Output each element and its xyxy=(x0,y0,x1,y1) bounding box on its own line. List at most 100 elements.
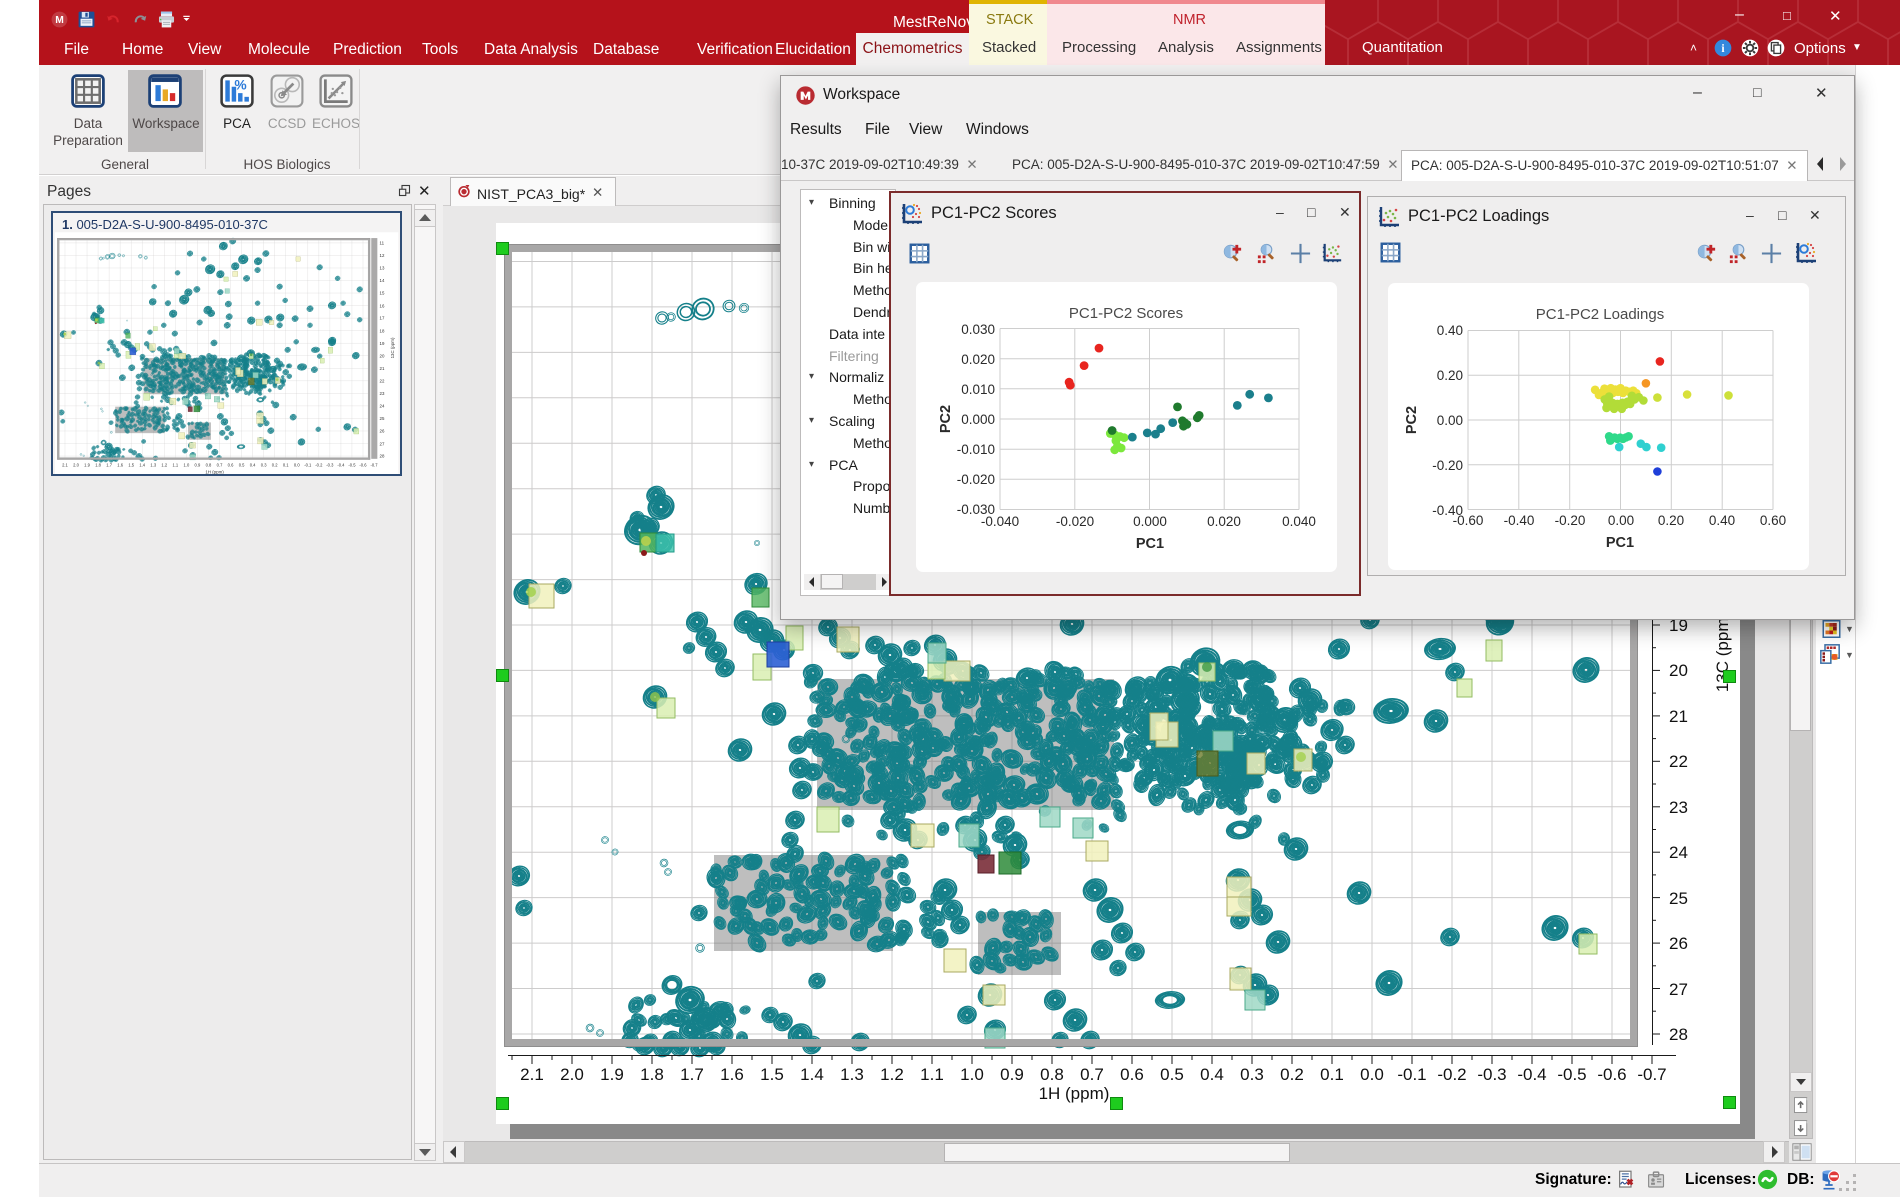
svg-text:-0.4: -0.4 xyxy=(1517,1065,1546,1084)
svg-text:22: 22 xyxy=(380,378,385,383)
svg-text:1.2: 1.2 xyxy=(161,463,167,468)
svg-text:-0.40: -0.40 xyxy=(1504,513,1535,528)
svg-text:0.8: 0.8 xyxy=(206,463,212,468)
svg-text:26: 26 xyxy=(1669,934,1688,953)
svg-text:-0.020: -0.020 xyxy=(957,472,995,487)
svg-text:1.1: 1.1 xyxy=(172,463,178,468)
svg-text:0.20: 0.20 xyxy=(1437,368,1463,383)
svg-text:-0.20: -0.20 xyxy=(1555,513,1586,528)
svg-text:26: 26 xyxy=(380,429,385,434)
svg-text:-0.5: -0.5 xyxy=(348,463,356,468)
svg-text:23: 23 xyxy=(1669,798,1688,817)
svg-text:-0.6: -0.6 xyxy=(1597,1065,1626,1084)
svg-text:PC1: PC1 xyxy=(1606,535,1634,551)
svg-text:0.3: 0.3 xyxy=(261,463,267,468)
svg-text:1.0: 1.0 xyxy=(184,463,190,468)
svg-text:25: 25 xyxy=(380,416,385,421)
svg-text:0.00: 0.00 xyxy=(1608,513,1634,528)
svg-text:0.6: 0.6 xyxy=(228,463,234,468)
svg-text:22: 22 xyxy=(1669,752,1688,771)
svg-text:0.8: 0.8 xyxy=(1040,1065,1064,1084)
svg-text:20: 20 xyxy=(1669,661,1688,680)
svg-text:-0.2: -0.2 xyxy=(1437,1065,1466,1084)
svg-text:18: 18 xyxy=(380,328,385,333)
svg-text:27: 27 xyxy=(1669,980,1688,999)
svg-text:1.4: 1.4 xyxy=(139,463,145,468)
svg-text:1.8: 1.8 xyxy=(640,1065,664,1084)
svg-text:0.60: 0.60 xyxy=(1760,513,1786,528)
svg-text:0.020: 0.020 xyxy=(961,352,995,367)
svg-text:1.3: 1.3 xyxy=(150,463,156,468)
svg-text:0.000: 0.000 xyxy=(1133,514,1167,529)
svg-text:-0.6: -0.6 xyxy=(359,463,367,468)
svg-text:11: 11 xyxy=(380,240,385,245)
svg-text:1.4: 1.4 xyxy=(800,1065,824,1084)
svg-text:16: 16 xyxy=(380,303,385,308)
svg-text:13: 13 xyxy=(380,266,385,271)
svg-text:1.0: 1.0 xyxy=(960,1065,984,1084)
svg-text:1.3: 1.3 xyxy=(840,1065,864,1084)
svg-text:25: 25 xyxy=(1669,889,1688,908)
svg-text:0.2: 0.2 xyxy=(272,463,278,468)
svg-text:27: 27 xyxy=(380,441,385,446)
svg-text:-0.5: -0.5 xyxy=(1557,1065,1586,1084)
svg-text:1H (ppm): 1H (ppm) xyxy=(205,470,224,474)
svg-text:1.5: 1.5 xyxy=(760,1065,784,1084)
svg-text:1.7: 1.7 xyxy=(106,463,112,468)
svg-text:2.1: 2.1 xyxy=(62,463,68,468)
svg-text:-0.7: -0.7 xyxy=(370,463,378,468)
svg-text:0.20: 0.20 xyxy=(1658,513,1684,528)
svg-text:0.9: 0.9 xyxy=(1000,1065,1024,1084)
svg-text:M: M xyxy=(55,15,64,26)
svg-text:PC1-PC2 Scores: PC1-PC2 Scores xyxy=(1069,305,1183,322)
svg-text:21: 21 xyxy=(1669,707,1688,726)
svg-text:12: 12 xyxy=(380,253,385,258)
svg-text:1.7: 1.7 xyxy=(680,1065,704,1084)
svg-text:28: 28 xyxy=(1669,1025,1688,1044)
svg-text:0.7: 0.7 xyxy=(1080,1065,1104,1084)
svg-text:1.1: 1.1 xyxy=(920,1065,944,1084)
svg-text:0.030: 0.030 xyxy=(961,322,995,337)
svg-text:-0.1: -0.1 xyxy=(304,463,312,468)
svg-text:17: 17 xyxy=(380,316,385,321)
svg-text:0.1: 0.1 xyxy=(283,463,289,468)
svg-text:-0.7: -0.7 xyxy=(1637,1065,1666,1084)
svg-text:13C (ppm): 13C (ppm) xyxy=(390,337,395,358)
svg-text:0.0: 0.0 xyxy=(1360,1065,1384,1084)
svg-text:23: 23 xyxy=(380,391,385,396)
svg-text:-0.040: -0.040 xyxy=(981,514,1019,529)
svg-text:PC1: PC1 xyxy=(1136,536,1164,552)
svg-text:1.6: 1.6 xyxy=(117,463,123,468)
svg-text:2.0: 2.0 xyxy=(560,1065,584,1084)
svg-text:0.1: 0.1 xyxy=(1320,1065,1344,1084)
svg-text:-0.20: -0.20 xyxy=(1432,458,1463,473)
svg-text:0.010: 0.010 xyxy=(961,382,995,397)
svg-text:1H (ppm): 1H (ppm) xyxy=(1039,1084,1110,1103)
svg-text:0.4: 0.4 xyxy=(1200,1065,1224,1084)
svg-text:2.1: 2.1 xyxy=(520,1065,544,1084)
svg-text:PC2: PC2 xyxy=(938,405,954,433)
svg-text:-0.010: -0.010 xyxy=(957,442,995,457)
svg-text:2.0: 2.0 xyxy=(73,463,79,468)
svg-text:0.5: 0.5 xyxy=(1160,1065,1184,1084)
svg-text:20: 20 xyxy=(380,353,385,358)
svg-text:-0.2: -0.2 xyxy=(315,463,323,468)
svg-text:PC1-PC2 Loadings: PC1-PC2 Loadings xyxy=(1536,306,1664,323)
svg-text:15: 15 xyxy=(380,291,385,296)
svg-text:0.9: 0.9 xyxy=(195,463,201,468)
svg-text:-0.4: -0.4 xyxy=(337,463,345,468)
svg-text:21: 21 xyxy=(380,366,385,371)
svg-text:0.5: 0.5 xyxy=(239,463,245,468)
svg-text:0.2: 0.2 xyxy=(1280,1065,1304,1084)
svg-text:0.3: 0.3 xyxy=(1240,1065,1264,1084)
svg-text:0.40: 0.40 xyxy=(1709,513,1735,528)
svg-text:-0.60: -0.60 xyxy=(1453,513,1484,528)
svg-text:1.5: 1.5 xyxy=(128,463,134,468)
svg-text:1.8: 1.8 xyxy=(95,463,101,468)
svg-text:1.9: 1.9 xyxy=(84,463,90,468)
svg-text:0.000: 0.000 xyxy=(961,412,995,427)
svg-text:-0.3: -0.3 xyxy=(326,463,334,468)
svg-text:0.7: 0.7 xyxy=(217,463,223,468)
svg-text:14: 14 xyxy=(380,278,385,283)
svg-text:1.9: 1.9 xyxy=(600,1065,624,1084)
